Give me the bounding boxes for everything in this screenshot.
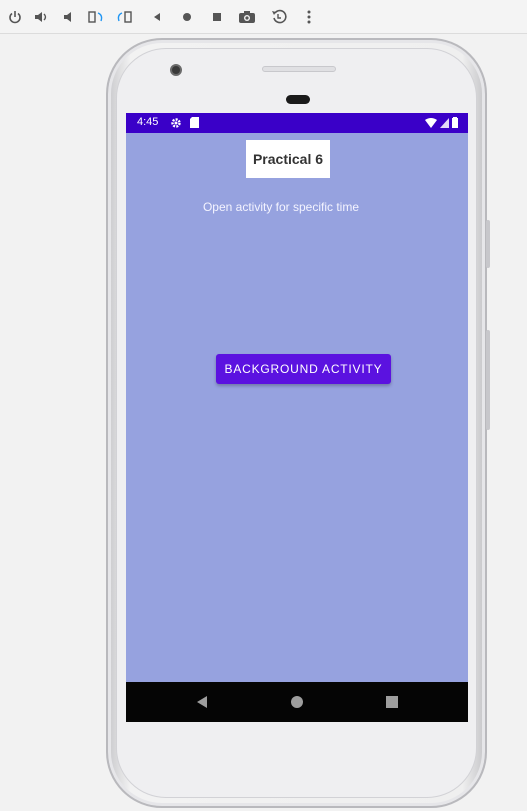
nav-recents-icon[interactable]	[382, 692, 402, 712]
emulator-toolbar	[0, 0, 527, 34]
device-screen: 4:45 Practical 6 Open activity for speci…	[126, 113, 468, 722]
speaker-grill	[262, 66, 336, 72]
settings-icon	[170, 117, 182, 132]
camera-icon[interactable]	[238, 8, 256, 26]
power-side-button[interactable]	[486, 330, 490, 430]
rotate-right-icon[interactable]	[116, 8, 134, 26]
home-icon[interactable]	[178, 8, 196, 26]
back-icon[interactable]	[148, 8, 166, 26]
rotate-left-icon[interactable]	[87, 8, 105, 26]
subtitle-text: Open activity for specific time	[202, 200, 360, 214]
battery-icon	[452, 117, 458, 131]
page-title: Practical 6	[246, 140, 330, 178]
status-time: 4:45	[137, 116, 159, 128]
wifi-icon	[425, 117, 437, 131]
proximity-sensor	[286, 95, 310, 104]
overview-icon[interactable]	[208, 8, 226, 26]
nav-back-icon[interactable]	[192, 692, 212, 712]
more-icon[interactable]	[300, 8, 318, 26]
replay-icon[interactable]	[270, 8, 288, 26]
status-bar: 4:45	[126, 113, 468, 133]
navigation-bar	[126, 682, 468, 722]
power-icon[interactable]	[6, 8, 24, 26]
volume-down-icon[interactable]	[60, 8, 78, 26]
volume-side-button[interactable]	[486, 220, 490, 268]
front-camera-icon	[170, 64, 182, 76]
nav-home-icon[interactable]	[287, 692, 307, 712]
signal-icon	[440, 117, 449, 131]
background-activity-button[interactable]: BACKGROUND ACTIVITY	[216, 354, 391, 384]
volume-up-icon[interactable]	[33, 8, 51, 26]
sd-card-icon	[190, 117, 199, 131]
